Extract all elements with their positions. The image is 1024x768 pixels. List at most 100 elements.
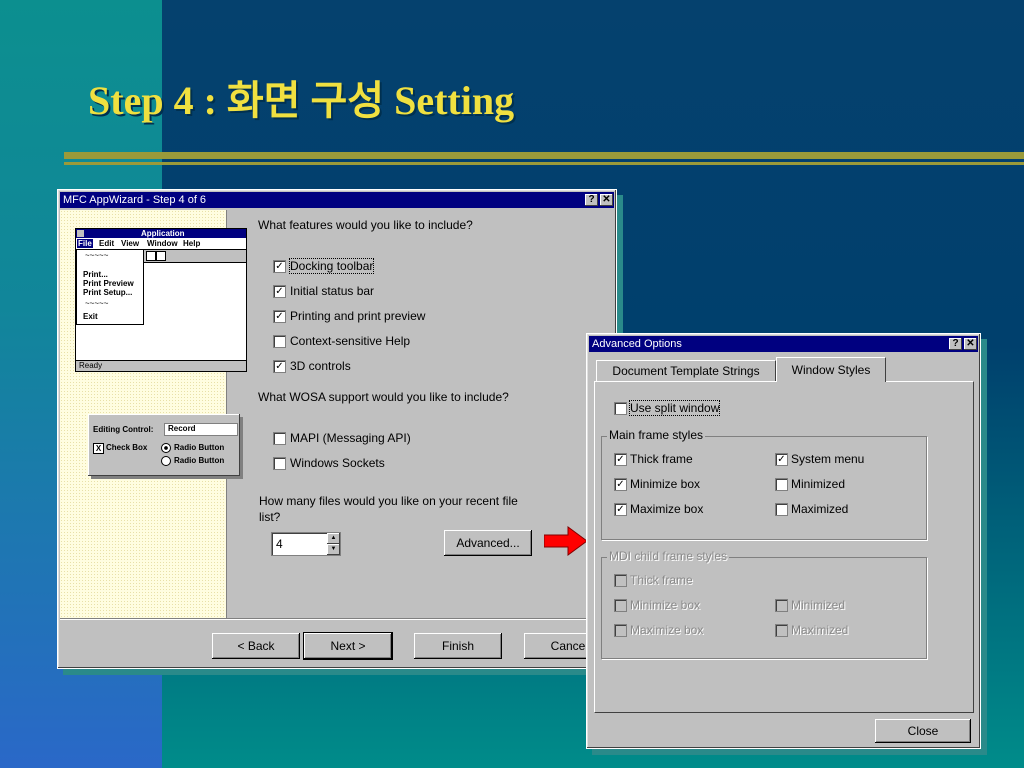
wizard-preview-panel: Application File Edit View Window Help ~… [60, 210, 247, 618]
mdi-minimized-label: Minimized [791, 598, 846, 612]
preview-app-titlebar: Application [76, 229, 246, 238]
appwizard-dialog: MFC AppWizard - Step 4 of 6 ? ✕ Applicat… [57, 189, 617, 669]
preview-menu-window: Window [147, 239, 178, 248]
mdi-minimize-box-label: Minimize box [630, 598, 701, 612]
initial-status-bar-label: Initial status bar [290, 284, 375, 298]
preview-menu-view: View [121, 239, 140, 248]
preview-3d-controls: Editing Control: Record X Check Box Radi… [88, 414, 240, 476]
preview-dropdown-menu: ~~~~~ Print... Print Preview Print Setup… [76, 249, 144, 325]
appwizard-titlebar: MFC AppWizard - Step 4 of 6 ? ✕ [60, 192, 614, 208]
preview-edit-value: Record [168, 424, 196, 433]
mapi-label: MAPI (Messaging API) [290, 431, 411, 445]
finish-button[interactable]: Finish [414, 633, 502, 659]
preview-status-text: Ready [79, 361, 103, 370]
features-question: What features would you like to include? [258, 218, 473, 232]
minimize-box-label: Minimize box [630, 477, 701, 491]
mdi-minimized-checkbox [775, 599, 788, 612]
preview-menu-print-preview: Print Preview [83, 279, 134, 288]
back-button[interactable]: < Back [212, 633, 300, 659]
advanced-title: Advanced Options [592, 338, 682, 350]
printing-preview-checkbox[interactable]: ✓ [273, 310, 286, 323]
preview-radio-label: Radio Button [174, 443, 225, 452]
preview-check-label: Check Box [106, 443, 148, 452]
preview-menu-separator: ~~~~~ [85, 251, 109, 260]
mdi-minimize-box-checkbox [614, 599, 627, 612]
mdi-maximize-box-label: Maximize box [630, 623, 704, 637]
3d-controls-checkbox[interactable]: ✓ [273, 360, 286, 373]
preview-edit-box: Record [164, 423, 238, 436]
mdi-maximized-checkbox [775, 624, 788, 637]
help-icon[interactable]: ? [949, 338, 962, 350]
minimized-label: Minimized [791, 477, 846, 491]
preview-menu-print-setup: Print Setup... [83, 288, 133, 297]
mdi-thick-frame-checkbox [614, 574, 627, 587]
printing-preview-label: Printing and print preview [290, 309, 426, 323]
advanced-options-dialog: Advanced Options ? ✕ Document Template S… [586, 333, 981, 749]
maximized-label: Maximized [791, 502, 849, 516]
window-styles-panel: Use split window Main frame styles ✓ Thi… [594, 381, 974, 713]
windows-sockets-checkbox[interactable] [273, 457, 286, 470]
preview-radio [161, 456, 171, 466]
windows-sockets-label: Windows Sockets [290, 456, 385, 470]
split-window-checkbox[interactable] [614, 402, 627, 415]
title-rule-thin [64, 162, 1024, 165]
next-button[interactable]: Next > [303, 632, 393, 660]
maximized-checkbox[interactable] [775, 503, 788, 516]
minimized-checkbox[interactable] [775, 478, 788, 491]
3d-controls-label: 3D controls [290, 359, 351, 373]
system-menu-label: System menu [791, 452, 865, 466]
recent-files-input[interactable]: 4 ▲ ▼ [271, 532, 341, 556]
preview-menu-separator: ~~~~~ [85, 299, 109, 308]
thick-frame-label: Thick frame [630, 452, 693, 466]
spin-up-icon[interactable]: ▲ [327, 533, 340, 544]
title-rule [64, 152, 1024, 159]
appwizard-title: MFC AppWizard - Step 4 of 6 [63, 194, 207, 206]
preview-menu-edit: Edit [99, 239, 115, 248]
main-frame-styles-label: Main frame styles [607, 428, 706, 442]
preview-edit-label: Editing Control: [93, 425, 154, 434]
preview-sysmenu-icon [77, 230, 84, 237]
maximize-box-checkbox[interactable]: ✓ [614, 503, 627, 516]
preview-toolbar-button [146, 251, 156, 261]
thick-frame-checkbox[interactable]: ✓ [614, 453, 627, 466]
close-icon[interactable]: ✕ [964, 338, 977, 350]
preview-radio-label: Radio Button [174, 456, 225, 465]
preview-radio-selected [161, 443, 171, 453]
help-icon[interactable]: ? [585, 194, 598, 206]
preview-menu-exit: Exit [83, 312, 98, 321]
mapi-checkbox[interactable] [273, 432, 286, 445]
preview-toolbar-button [156, 251, 166, 261]
maximize-box-label: Maximize box [630, 502, 704, 516]
minimize-box-checkbox[interactable]: ✓ [614, 478, 627, 491]
docking-toolbar-label: Docking toolbar [288, 258, 375, 274]
tab-document-template-strings[interactable]: Document Template Strings [596, 360, 776, 381]
recent-files-question: How many files would you like on your re… [259, 494, 518, 508]
mdi-child-styles-label: MDI child frame styles [607, 549, 730, 563]
system-menu-checkbox[interactable]: ✓ [775, 453, 788, 466]
preview-statusbar: Ready [76, 360, 246, 371]
preview-check-mark: X [95, 444, 102, 453]
context-help-label: Context-sensitive Help [290, 334, 411, 348]
recent-files-value: 4 [276, 537, 283, 551]
context-help-checkbox[interactable] [273, 335, 286, 348]
close-button[interactable]: Close [875, 719, 971, 743]
split-window-label: Use split window [628, 400, 721, 416]
preview-menubar: File Edit View Window Help [76, 239, 246, 248]
advanced-button[interactable]: Advanced... [444, 530, 532, 556]
recent-files-question-cont: list? [259, 510, 281, 524]
preview-menu-print: Print... [83, 270, 108, 279]
slide-title: Step 4 : 화면 구성 Setting [88, 78, 515, 123]
spin-down-icon[interactable]: ▼ [327, 544, 340, 555]
tab-window-styles[interactable]: Window Styles [776, 357, 886, 382]
preview-app-window: Application File Edit View Window Help ~… [75, 228, 247, 372]
preview-app-title: Application [141, 229, 185, 238]
initial-status-bar-checkbox[interactable]: ✓ [273, 285, 286, 298]
mdi-thick-frame-label: Thick frame [630, 573, 693, 587]
preview-checkbox: X [93, 443, 104, 454]
wosa-question: What WOSA support would you like to incl… [258, 390, 509, 404]
docking-toolbar-checkbox[interactable]: ✓ [273, 260, 286, 273]
close-icon[interactable]: ✕ [600, 194, 613, 206]
wizard-divider [60, 618, 614, 620]
advanced-titlebar: Advanced Options ? ✕ [589, 336, 978, 352]
mdi-maximize-box-checkbox [614, 624, 627, 637]
